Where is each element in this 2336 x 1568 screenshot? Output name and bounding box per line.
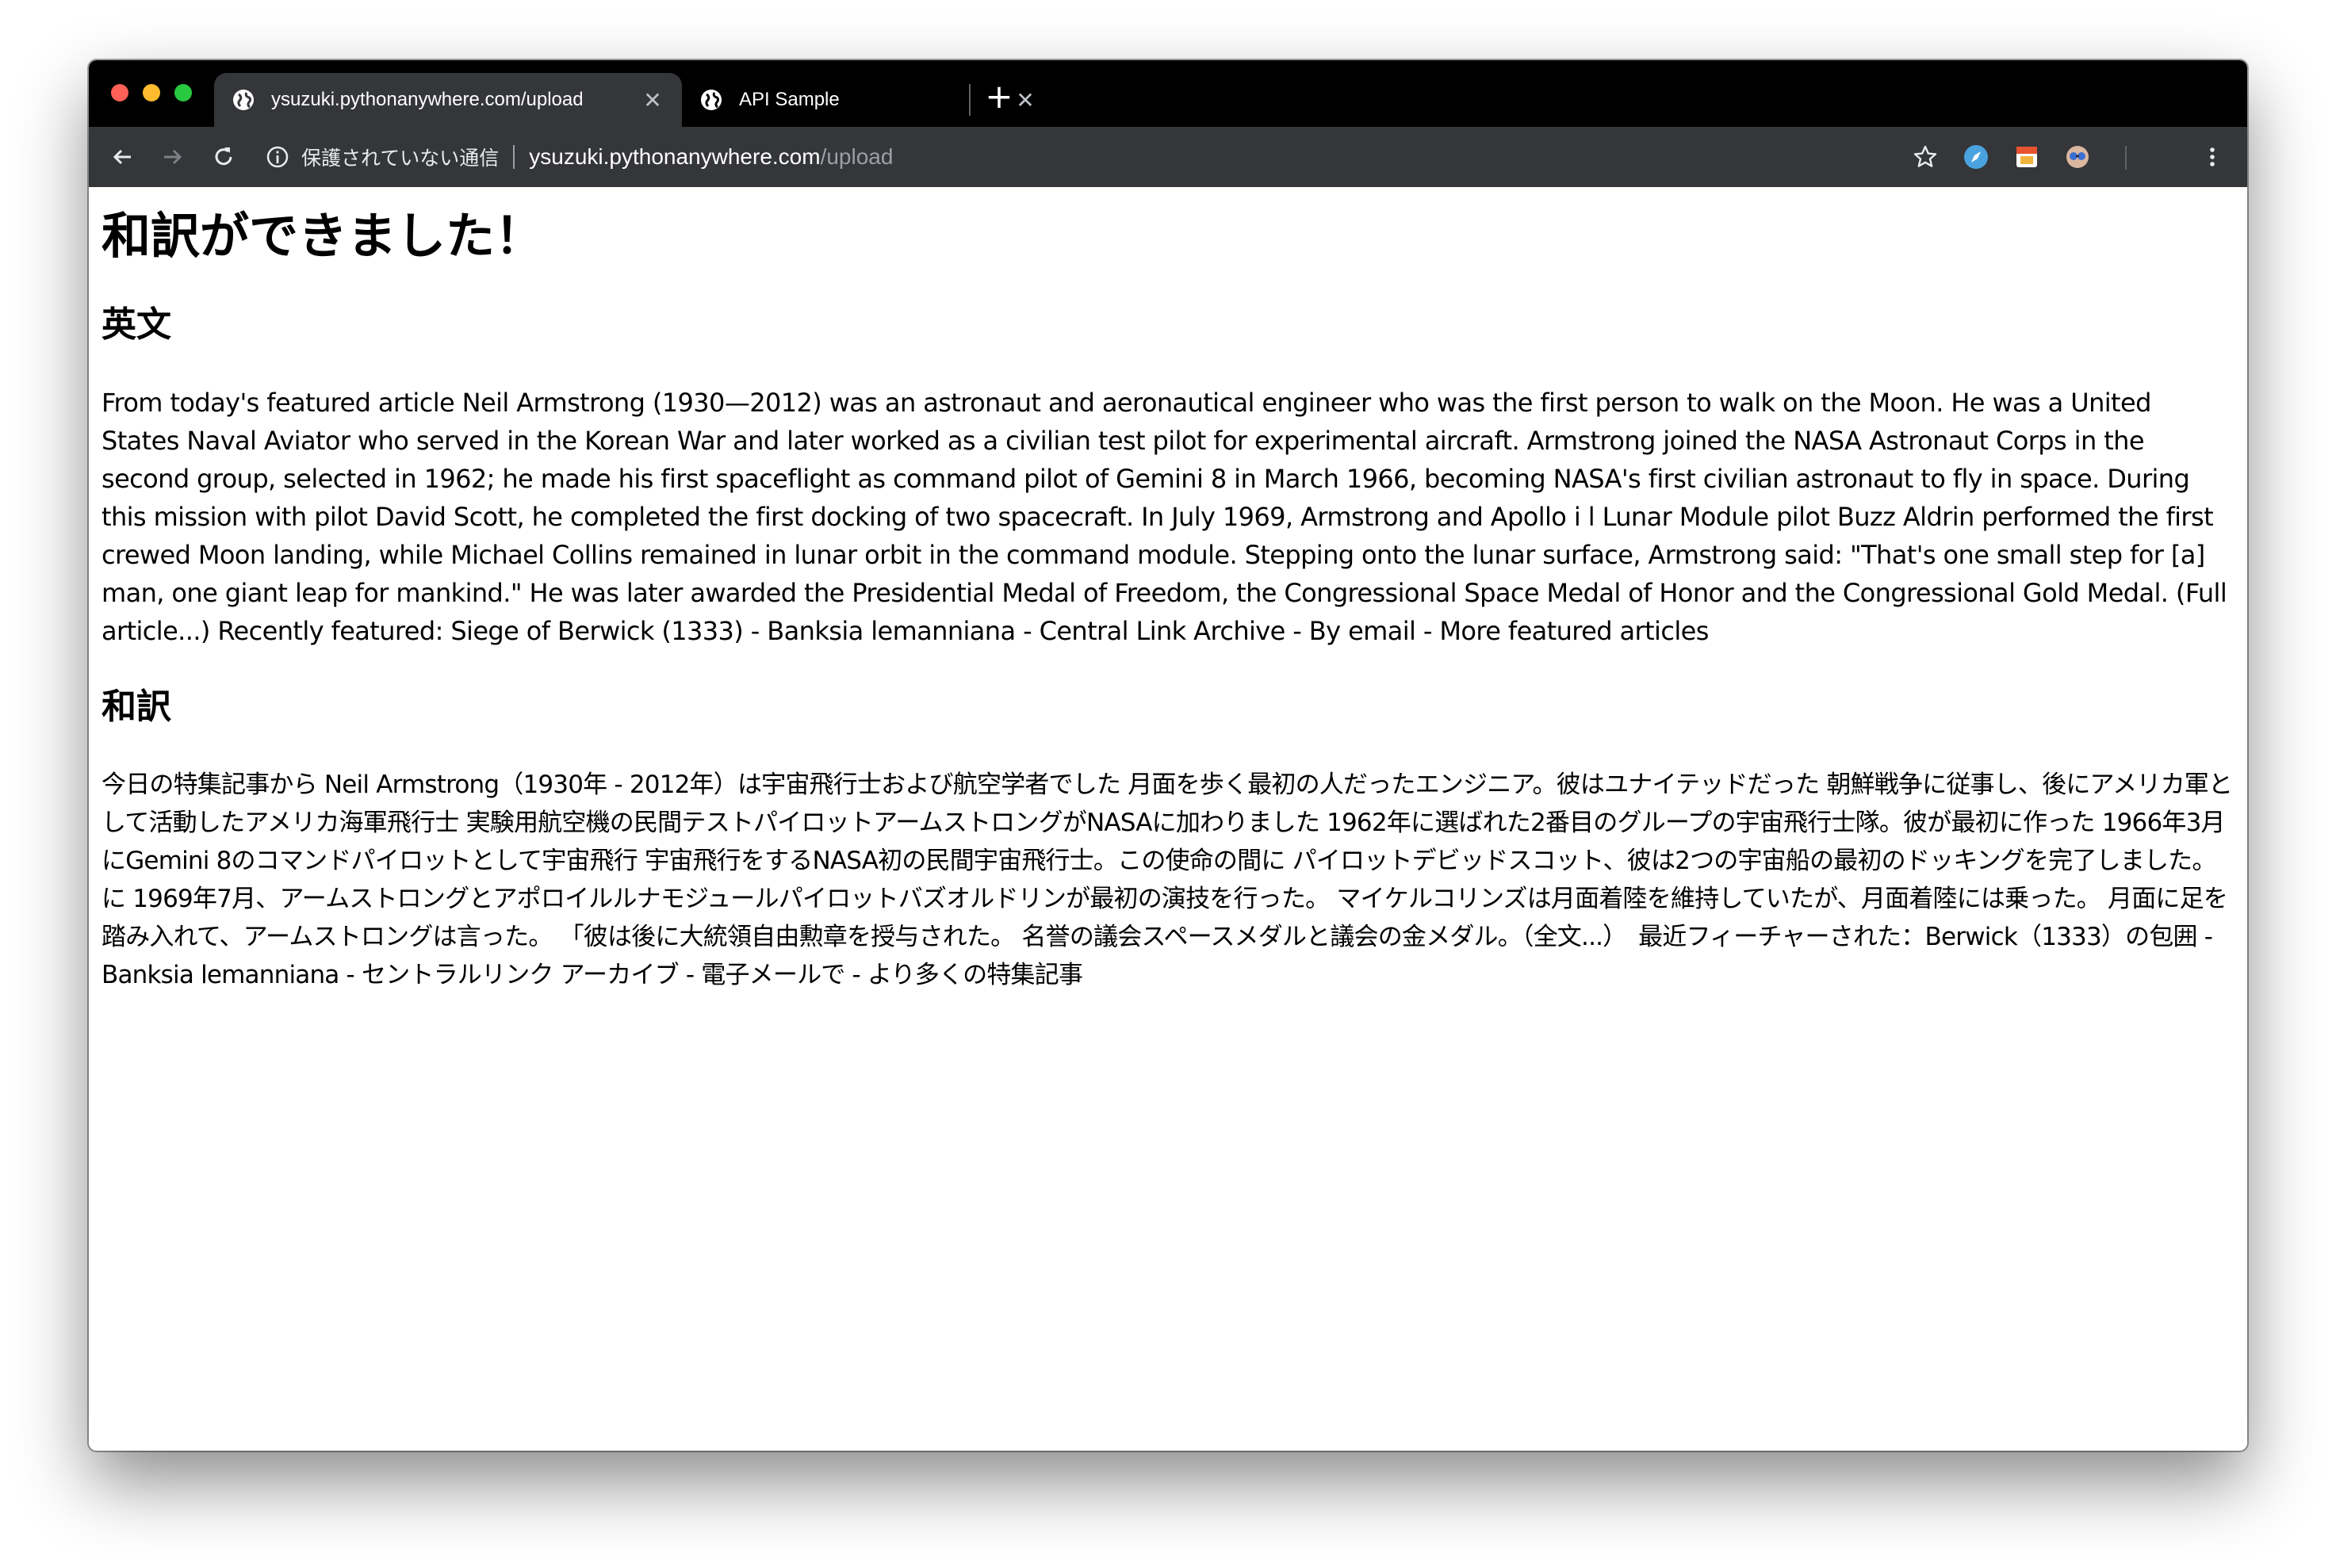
- url-host[interactable]: ysuzuki.pythonanywhere.com: [529, 144, 820, 170]
- japanese-text: 今日の特集記事から Neil Armstrong（1930年 - 2012年）は…: [101, 771, 2233, 989]
- close-window-button[interactable]: [111, 84, 128, 101]
- star-icon[interactable]: [1911, 143, 1940, 171]
- close-tab-icon[interactable]: ✕: [1013, 87, 1037, 113]
- tab-strip: ysuzuki.pythonanywhere.com/upload ✕ API …: [89, 60, 2247, 127]
- glasses-extension-icon[interactable]: [2065, 144, 2090, 170]
- close-tab-icon[interactable]: ✕: [641, 87, 664, 113]
- new-tab-button[interactable]: +: [982, 79, 1017, 114]
- tab-title: API Sample: [739, 89, 840, 110]
- compass-extension-icon[interactable]: [1963, 144, 1989, 170]
- zoom-window-button[interactable]: [174, 84, 192, 101]
- security-label[interactable]: 保護されていない通信: [301, 143, 499, 171]
- globe-icon: [701, 90, 722, 110]
- english-text: From today's featured article Neil Armst…: [101, 388, 2227, 646]
- toolbar-divider: [2125, 146, 2127, 170]
- info-icon[interactable]: [265, 144, 290, 170]
- globe-icon: [233, 90, 254, 110]
- image-extension-icon[interactable]: [2014, 144, 2039, 170]
- tab-upload[interactable]: ysuzuki.pythonanywhere.com/upload ✕: [214, 73, 682, 127]
- kebab-menu-icon[interactable]: [2198, 143, 2227, 171]
- url-path[interactable]: /upload: [821, 144, 894, 170]
- page-content: 和訳ができました！ 英文 From today's featured artic…: [89, 187, 2247, 1451]
- tab-divider: [969, 84, 971, 116]
- reload-icon[interactable]: [209, 143, 238, 171]
- tab-title: ysuzuki.pythonanywhere.com/upload: [271, 89, 584, 110]
- japanese-heading: 和訳: [101, 686, 171, 727]
- forward-arrow-icon[interactable]: [159, 143, 187, 171]
- address-bar[interactable]: 保護されていない通信 ysuzuki.pythonanywhere.com/up…: [265, 135, 2009, 179]
- omnibox-divider: [513, 145, 515, 169]
- minimize-window-button[interactable]: [143, 84, 160, 101]
- page-title: 和訳ができました！: [101, 207, 545, 265]
- browser-window: ysuzuki.pythonanywhere.com/upload ✕ API …: [89, 60, 2247, 1451]
- back-arrow-icon[interactable]: [108, 143, 136, 171]
- toolbar: 保護されていない通信 ysuzuki.pythonanywhere.com/up…: [89, 127, 2247, 187]
- english-heading: 英文: [101, 304, 171, 345]
